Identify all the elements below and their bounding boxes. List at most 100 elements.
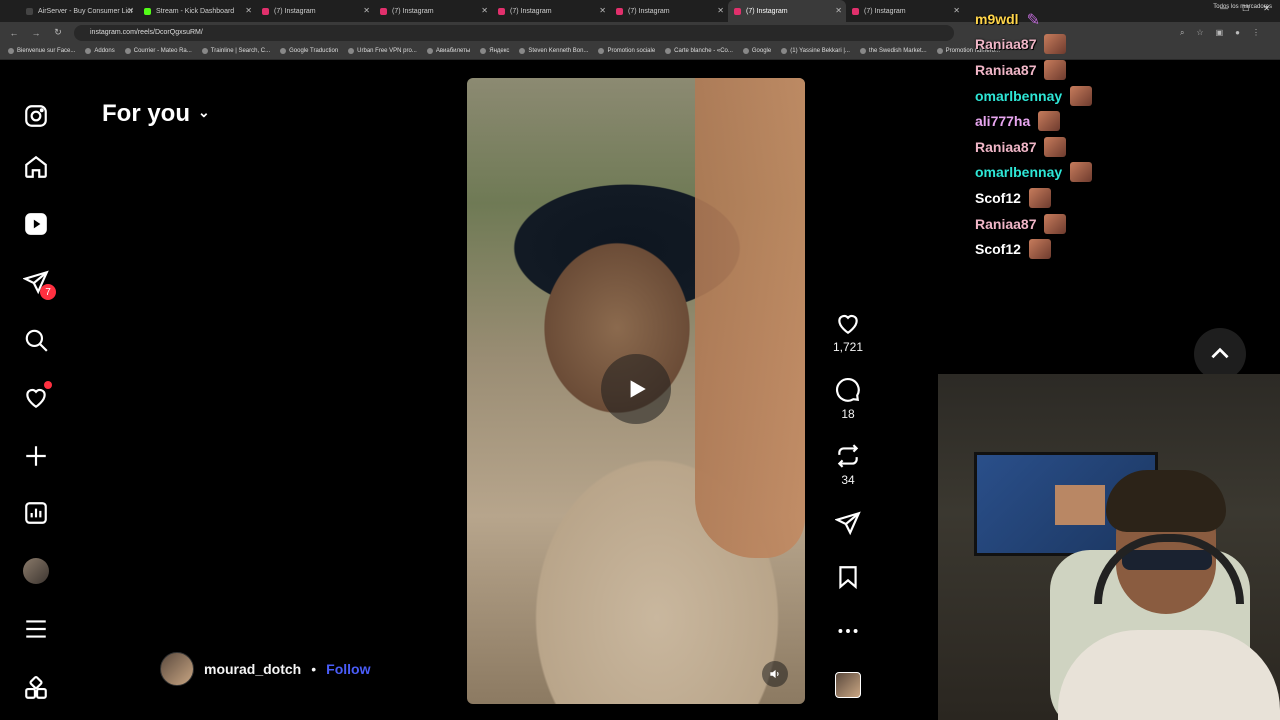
bookmark-item[interactable]: Google bbox=[742, 48, 771, 54]
more-options-button[interactable] bbox=[828, 618, 868, 644]
chat-message: omarlbennay bbox=[975, 160, 1275, 186]
close-tab-icon[interactable]: ✕ bbox=[953, 6, 960, 15]
chat-username[interactable]: omarlbennay bbox=[975, 164, 1062, 180]
browser-tab[interactable]: (7) Instagram ✕ bbox=[846, 0, 964, 22]
instagram-logo-icon[interactable] bbox=[22, 102, 50, 130]
author-username[interactable]: mourad_dotch bbox=[204, 661, 301, 677]
bookmark-favicon-icon bbox=[8, 48, 14, 54]
bookmark-item[interactable]: Promotion sociale bbox=[598, 48, 655, 54]
chat-message: omarlbennay bbox=[975, 83, 1275, 109]
video-content bbox=[695, 78, 805, 558]
apps-icon[interactable] bbox=[22, 674, 50, 702]
notifications-icon[interactable] bbox=[22, 381, 52, 411]
bookmark-item[interactable]: Addons bbox=[85, 48, 115, 54]
profile-avatar[interactable] bbox=[22, 557, 50, 585]
audio-thumbnail[interactable] bbox=[835, 672, 861, 698]
messages-icon[interactable]: 7 bbox=[22, 268, 56, 300]
bookmark-item[interactable]: Bienvenue sur Face... bbox=[8, 48, 75, 54]
bookmark-label: Bienvenue sur Face... bbox=[17, 48, 76, 54]
chat-username[interactable]: omarlbennay bbox=[975, 88, 1062, 104]
reel-video[interactable] bbox=[467, 78, 805, 704]
chat-username[interactable]: Raniaa87 bbox=[975, 62, 1036, 78]
browser-tab[interactable]: AirServer - Buy Consumer Licr ✕ bbox=[20, 0, 138, 22]
scroll-up-button[interactable] bbox=[1194, 328, 1246, 380]
tab-favicon-icon bbox=[26, 7, 33, 15]
bookmark-item[interactable]: Trainline | Search, C... bbox=[201, 48, 270, 54]
url-field[interactable]: instagram.com/reels/DcorQgxsuRM/ bbox=[74, 24, 954, 41]
chat-message: m9wdl ✎ bbox=[975, 6, 1275, 32]
browser-tab[interactable]: Stream - Kick Dashboard ✕ bbox=[138, 0, 256, 22]
tab-favicon-icon bbox=[262, 7, 269, 15]
tab-label: (7) Instagram bbox=[746, 7, 788, 15]
browser-tab[interactable]: (7) Instagram ✕ bbox=[492, 0, 610, 22]
follow-button[interactable]: Follow bbox=[326, 661, 370, 677]
bookmark-item[interactable]: Google Traduction bbox=[280, 48, 338, 54]
bookmark-label: the Swedish Market... bbox=[868, 48, 927, 54]
close-tab-icon[interactable]: ✕ bbox=[127, 6, 134, 15]
search-icon[interactable] bbox=[22, 326, 50, 354]
play-button[interactable] bbox=[601, 354, 671, 424]
mute-button[interactable] bbox=[762, 661, 788, 687]
bookmark-label: Courrier - Mateo Ra... bbox=[133, 48, 192, 54]
chat-message: Raniaa87 bbox=[975, 57, 1275, 83]
bookmark-item[interactable]: Steven Kenneth Bon... bbox=[519, 48, 588, 54]
chat-message: Raniaa87 bbox=[975, 211, 1275, 237]
author-avatar[interactable] bbox=[160, 652, 194, 686]
chat-username[interactable]: Raniaa87 bbox=[975, 139, 1036, 155]
forward-icon[interactable]: → bbox=[30, 28, 42, 38]
tab-label: (7) Instagram bbox=[510, 7, 552, 15]
close-tab-icon[interactable]: ✕ bbox=[363, 6, 370, 15]
browser-tab[interactable]: (7) Instagram ✕ bbox=[610, 0, 728, 22]
chat-username[interactable]: Scof12 bbox=[975, 190, 1021, 206]
home-icon[interactable] bbox=[22, 153, 50, 181]
close-tab-icon[interactable]: ✕ bbox=[245, 6, 252, 15]
chat-message: Scof12 bbox=[975, 185, 1275, 211]
chat-username[interactable]: Raniaa87 bbox=[975, 36, 1036, 52]
face-emote-icon bbox=[1038, 111, 1061, 132]
tab-label: (7) Instagram bbox=[274, 7, 316, 15]
bookmark-item[interactable]: (1) Yassine Bekkari |... bbox=[781, 48, 850, 54]
chat-username[interactable]: Scof12 bbox=[975, 241, 1021, 257]
back-icon[interactable]: ← bbox=[8, 28, 20, 38]
bookmark-item[interactable]: Courrier - Mateo Ra... bbox=[124, 48, 192, 54]
bookmark-item[interactable]: the Swedish Market... bbox=[859, 48, 927, 54]
close-tab-icon[interactable]: ✕ bbox=[835, 6, 842, 15]
feed-selector[interactable]: For you ⌄ bbox=[102, 100, 210, 128]
repost-button[interactable]: 34 bbox=[828, 443, 868, 487]
tab-favicon-icon bbox=[852, 7, 859, 15]
chevron-down-icon: ⌄ bbox=[198, 103, 210, 120]
chat-username[interactable]: Raniaa87 bbox=[975, 216, 1036, 232]
face-emote-icon bbox=[1028, 187, 1051, 208]
chat-username[interactable]: ali777ha bbox=[975, 113, 1030, 129]
bookmark-label: Urban Free VPN pro... bbox=[357, 48, 417, 54]
browser-tab[interactable]: (7) Instagram ✕ bbox=[728, 0, 846, 22]
repost-count: 34 bbox=[841, 473, 855, 487]
feed-title: For you bbox=[102, 100, 190, 127]
bookmark-favicon-icon bbox=[742, 48, 749, 54]
more-menu-icon[interactable] bbox=[22, 615, 50, 643]
reel-author: mourad_dotch • Follow bbox=[160, 652, 370, 686]
bookmark-favicon-icon bbox=[598, 48, 605, 54]
dashboard-icon[interactable] bbox=[22, 499, 50, 527]
share-button[interactable] bbox=[828, 510, 868, 536]
like-button[interactable]: 1,721 bbox=[828, 310, 868, 354]
share-icon bbox=[835, 511, 861, 536]
bookmark-item[interactable]: Urban Free VPN pro... bbox=[348, 48, 417, 54]
close-tab-icon[interactable]: ✕ bbox=[599, 6, 606, 15]
browser-tab[interactable]: (7) Instagram ✕ bbox=[256, 0, 374, 22]
close-tab-icon[interactable]: ✕ bbox=[717, 6, 724, 15]
reload-icon[interactable]: ↻ bbox=[52, 27, 64, 38]
tab-favicon-icon bbox=[616, 7, 623, 15]
create-icon[interactable] bbox=[22, 442, 50, 470]
like-count: 1,721 bbox=[832, 340, 864, 354]
tab-label: (7) Instagram bbox=[392, 7, 434, 15]
bookmark-item[interactable]: Carte blanche - «Co... bbox=[665, 48, 733, 54]
bookmark-item[interactable]: Яндекс bbox=[480, 48, 509, 54]
close-tab-icon[interactable]: ✕ bbox=[481, 6, 488, 15]
chat-username[interactable]: m9wdl bbox=[975, 11, 1019, 27]
save-button[interactable] bbox=[828, 564, 868, 590]
bookmark-item[interactable]: Авиабилеты bbox=[426, 48, 470, 54]
comment-button[interactable]: 18 bbox=[828, 377, 868, 421]
reels-icon[interactable] bbox=[22, 210, 50, 238]
browser-tab[interactable]: (7) Instagram ✕ bbox=[374, 0, 492, 22]
